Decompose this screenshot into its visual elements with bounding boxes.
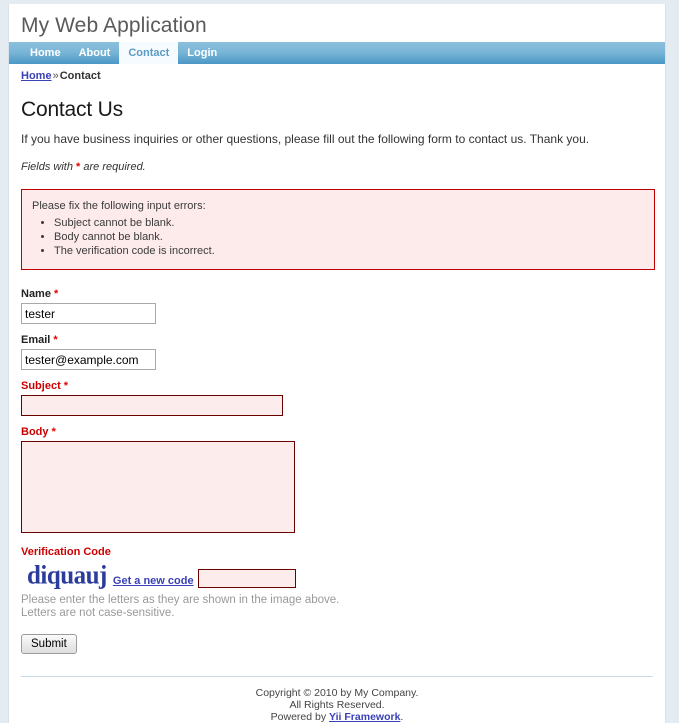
body-label: Body * [21,426,653,438]
nav-item-about[interactable]: About [70,42,120,64]
site-header: My Web Application [9,4,665,42]
nav-link-home[interactable]: Home [21,42,70,64]
contact-form: Name * Email * Subject * Body * Verifica [21,288,653,654]
breadcrumb-current: Contact [59,70,101,82]
footer-powered-prefix: Powered by [270,711,330,723]
email-label-text: Email [21,334,51,346]
intro-text: If you have business inquiries or other … [21,132,590,146]
nav-item-home[interactable]: Home [21,42,70,64]
footer-powered-suffix: . [400,711,404,723]
page-title: Contact Us [21,98,123,121]
required-note-suffix: are required. [80,161,146,173]
nav-item-contact[interactable]: Contact [119,42,179,64]
body-label-text: Body [21,426,49,438]
form-row-body: Body * [21,426,653,536]
site-container: My Web Application Home About Contact Lo… [8,4,666,723]
nav-link-about[interactable]: About [70,42,120,64]
nav-link-contact[interactable]: Contact [119,42,179,64]
body-textarea[interactable] [21,441,295,533]
verification-code-input[interactable] [197,569,296,588]
app-title: My Web Application [21,14,207,37]
form-row-email: Email * [21,334,653,370]
subject-required-marker: * [63,380,69,392]
breadcrumb-separator: » [52,70,59,82]
breadcrumb: Home»Contact [9,64,665,82]
nav-item-login[interactable]: Login [178,42,226,64]
error-list: Subject cannot be blank. Body cannot be … [32,217,644,258]
verification-label: Verification Code [21,546,111,558]
captcha-hint-line2: Letters are not case-sensitive. [21,607,175,619]
site-footer: Copyright © 2010 by My Company. All Righ… [21,676,653,723]
main-navigation: Home About Contact Login [9,42,665,64]
email-required-marker: * [53,334,58,346]
submit-button[interactable]: Submit [21,634,77,654]
required-note-prefix: Fields with [21,161,77,173]
main-content: Contact Us If you have business inquirie… [9,82,665,654]
name-label-text: Name [21,288,51,300]
captcha-hint-line1: Please enter the letters as they are sho… [21,594,340,606]
form-row-subject: Subject * [21,380,653,416]
captcha-area: diquauj Get a new code [21,560,653,590]
subject-input[interactable] [21,395,283,416]
subject-label: Subject * [21,380,653,392]
breadcrumb-link-home[interactable]: Home [21,70,52,82]
captcha-hint: Please enter the letters as they are sho… [21,594,653,620]
form-actions: Submit [21,634,653,654]
footer-yii-link[interactable]: Yii Framework [329,711,400,723]
subject-label-text: Subject [21,380,61,392]
captcha-image: diquauj [27,561,107,590]
error-summary: Please fix the following input errors: S… [21,189,655,270]
error-item-subject: Subject cannot be blank. [54,217,644,230]
email-input[interactable] [21,349,156,370]
footer-rights: All Rights Reserved. [289,699,385,711]
name-label: Name * [21,288,653,300]
captcha-refresh-link[interactable]: Get a new code [113,575,194,587]
form-row-name: Name * [21,288,653,324]
error-item-body: Body cannot be blank. [54,231,644,244]
nav-link-login[interactable]: Login [178,42,226,64]
footer-copyright: Copyright © 2010 by My Company. [255,687,419,699]
name-input[interactable] [21,303,156,324]
error-summary-heading: Please fix the following input errors: [32,200,206,212]
form-row-verification: Verification Code diquauj Get a new code… [21,546,653,620]
nav-list: Home About Contact Login [9,42,665,64]
page-root: My Web Application Home About Contact Lo… [0,0,679,723]
error-item-verification: The verification code is incorrect. [54,245,644,258]
required-fields-note: Fields with * are required. [21,161,653,173]
name-required-marker: * [54,288,59,300]
body-required-marker: * [51,426,56,438]
email-label: Email * [21,334,653,346]
